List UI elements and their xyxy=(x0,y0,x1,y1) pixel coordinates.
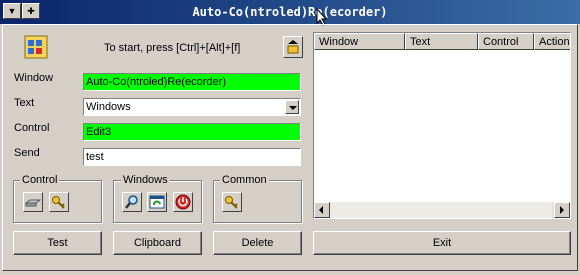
control-group-label: Control xyxy=(20,174,60,186)
common-key-button[interactable] xyxy=(222,192,242,212)
drive-icon xyxy=(25,199,41,207)
exit-button[interactable]: Exit xyxy=(313,231,571,255)
delete-button[interactable]: Delete xyxy=(213,231,302,255)
key-icon xyxy=(225,196,238,209)
scroll-right-icon[interactable] xyxy=(554,202,570,218)
text-dropdown-value: Windows xyxy=(86,101,131,113)
window-refresh-icon xyxy=(149,195,165,209)
magnifier-icon xyxy=(125,195,138,209)
key-icon xyxy=(52,196,65,209)
column-header-control[interactable]: Control xyxy=(478,33,534,50)
power-icon xyxy=(175,194,191,210)
record-button[interactable] xyxy=(283,36,303,58)
scroll-left-icon[interactable] xyxy=(314,202,330,218)
clipboard-button[interactable]: Clipboard xyxy=(113,231,202,255)
window-field[interactable]: Auto-Co(ntroled)Re(ecorder) xyxy=(83,73,301,91)
record-icon xyxy=(287,40,299,54)
windows-find-button[interactable] xyxy=(122,192,142,212)
text-dropdown[interactable]: Windows xyxy=(83,98,301,116)
column-header-action[interactable]: Action xyxy=(534,33,570,50)
start-hint: To start, press [Ctrl]+[Alt]+[f] xyxy=(104,42,241,54)
window-label: Window xyxy=(14,72,54,84)
column-header-window[interactable]: Window xyxy=(314,33,405,50)
scrollbar-track[interactable] xyxy=(330,202,552,218)
common-group-label: Common xyxy=(220,174,269,186)
window-title: Auto-Co(ntroled)Re(ecorder) xyxy=(192,5,388,19)
column-header-text[interactable]: Text xyxy=(405,33,478,50)
windows-close-button[interactable] xyxy=(173,192,193,212)
windows-group-label: Windows xyxy=(121,174,170,186)
send-input[interactable]: test xyxy=(83,148,301,166)
control-label: Control xyxy=(14,122,50,134)
control-key-button[interactable] xyxy=(49,192,69,212)
windows-refresh-button[interactable] xyxy=(147,192,167,212)
action-list[interactable]: Window Text Control Action xyxy=(313,32,571,219)
chevron-down-icon[interactable] xyxy=(285,100,299,114)
send-label: Send xyxy=(14,147,40,159)
horizontal-scrollbar[interactable] xyxy=(314,202,570,218)
control-field[interactable]: Edit3 xyxy=(83,123,301,141)
test-button[interactable]: Test xyxy=(13,231,102,255)
folder-icon xyxy=(22,33,52,63)
control-drive-button[interactable] xyxy=(23,192,43,212)
text-label: Text xyxy=(14,97,35,109)
